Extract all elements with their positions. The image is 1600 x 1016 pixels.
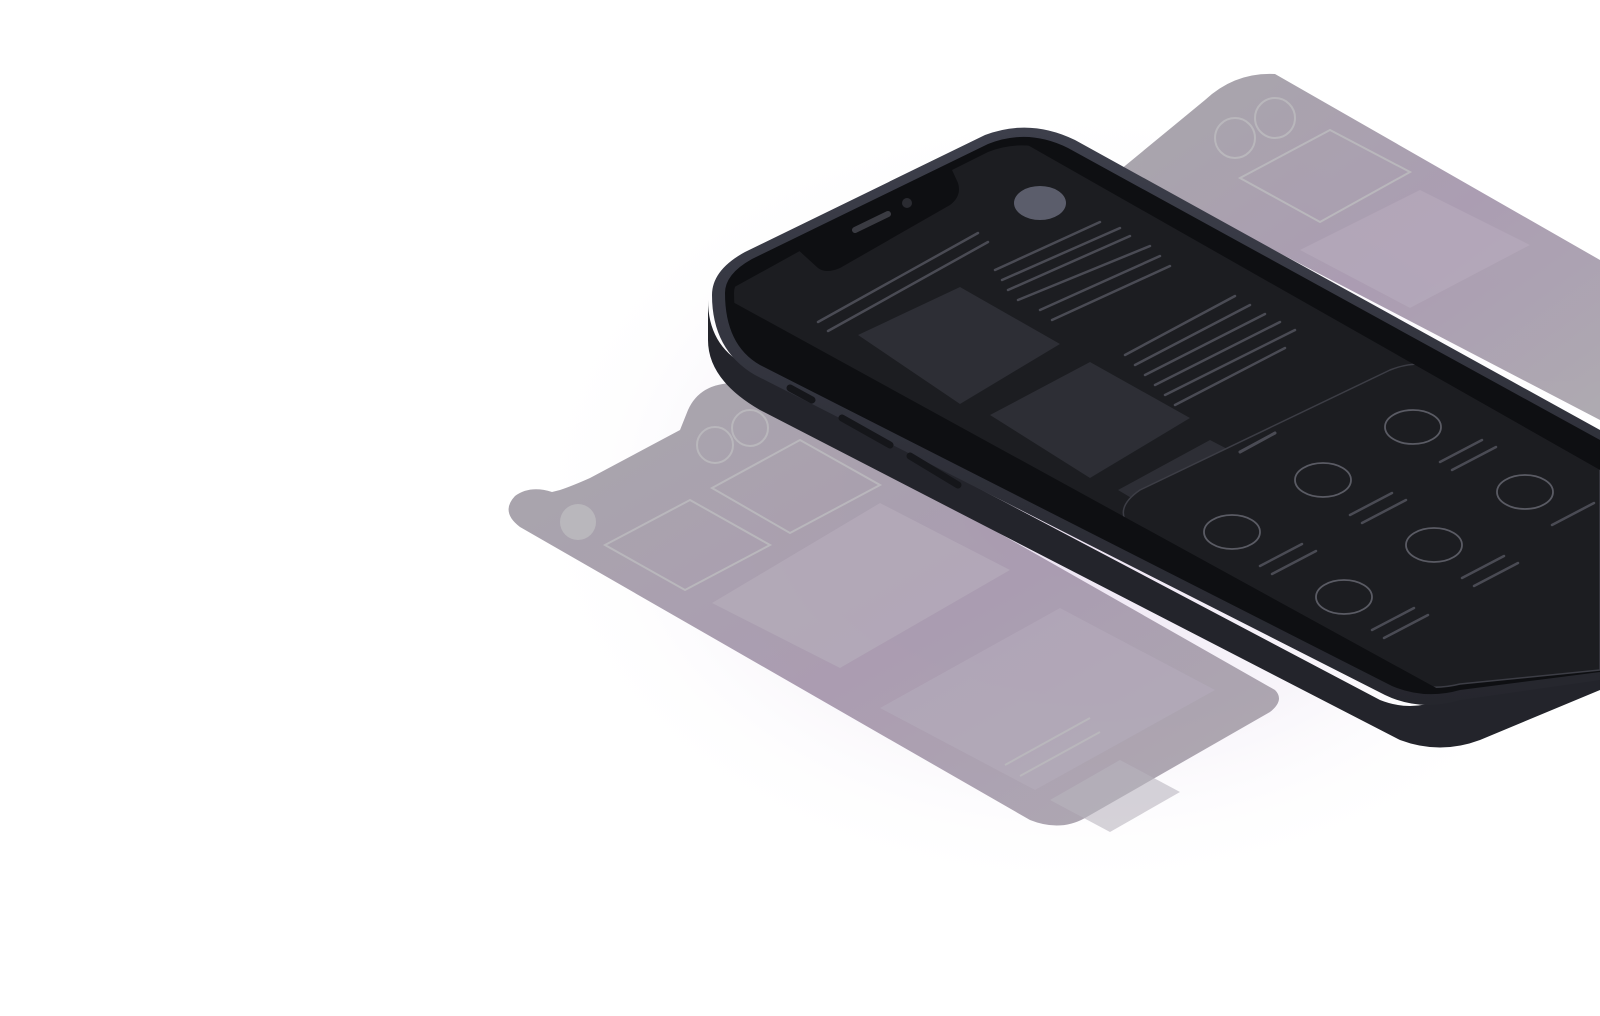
front-camera-icon bbox=[902, 198, 912, 208]
ghost-avatar bbox=[560, 504, 596, 540]
isometric-phone-illustration bbox=[508, 73, 1600, 900]
profile-avatar bbox=[1014, 186, 1066, 220]
illustration-stage bbox=[0, 0, 1600, 1016]
